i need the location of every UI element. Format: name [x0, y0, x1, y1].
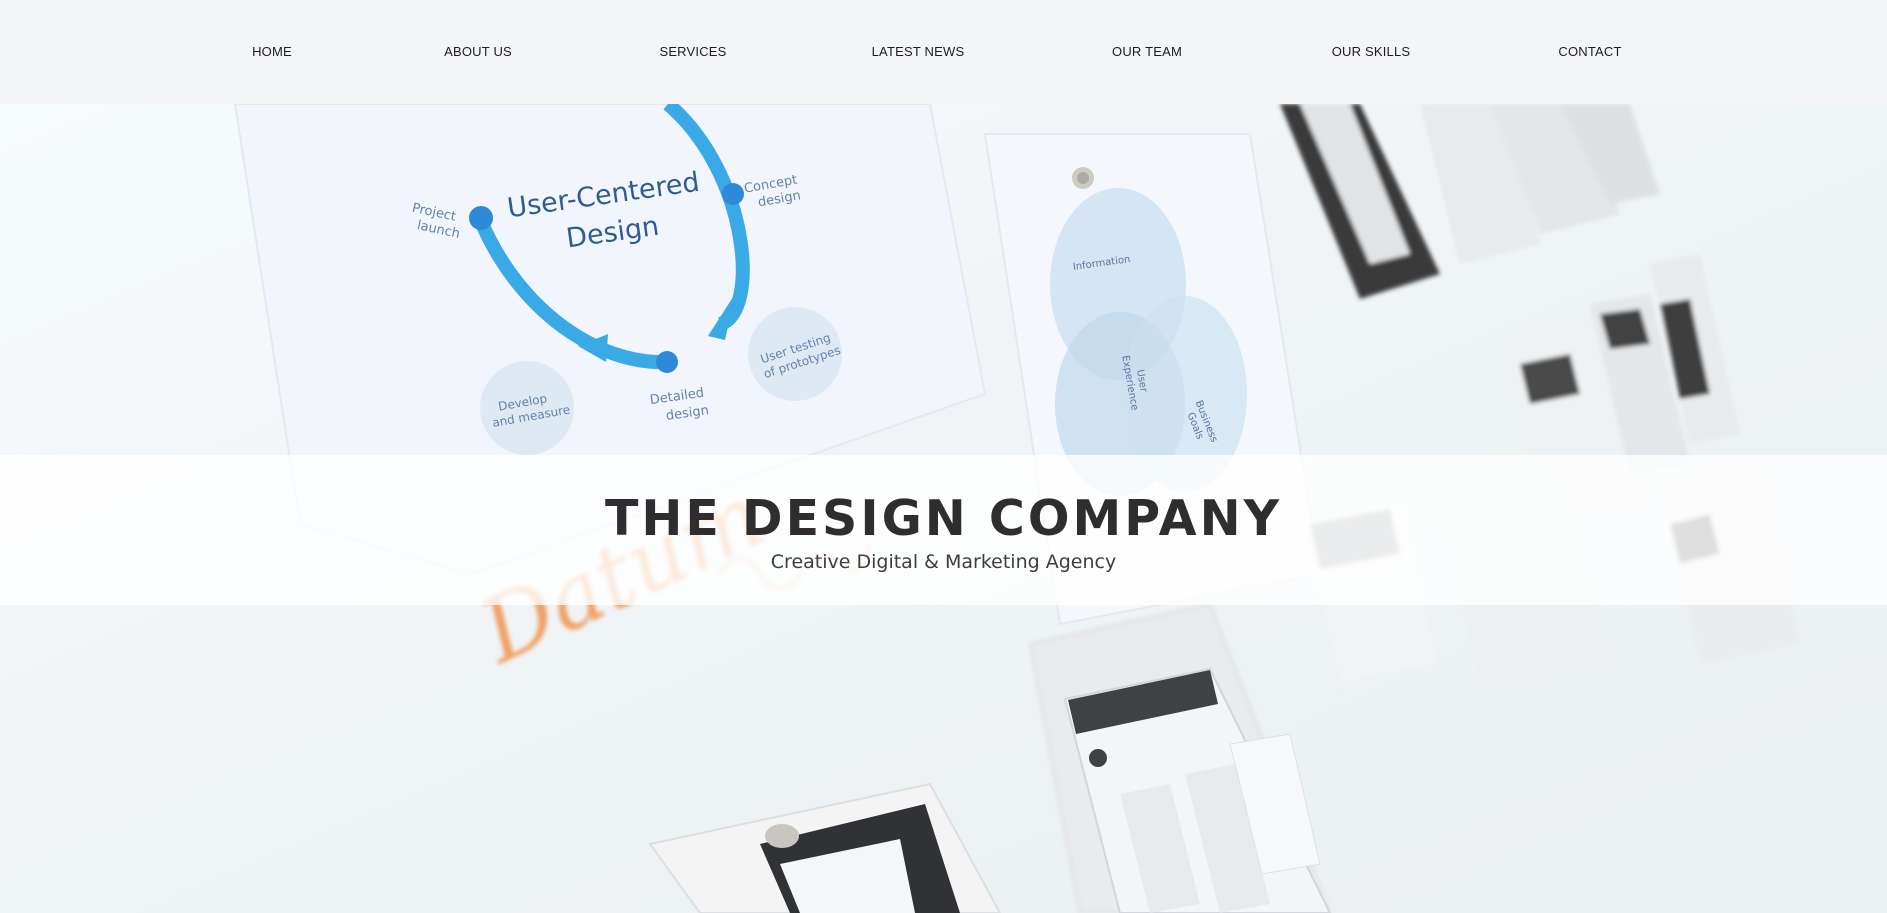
site-title: THE DESIGN COMPANY	[604, 490, 1283, 547]
nav-about-us[interactable]: ABOUT US	[444, 44, 512, 59]
nav-contact[interactable]: CONTACT	[1558, 44, 1621, 59]
page: HOME ABOUT US SERVICES LATEST NEWS OUR T…	[0, 0, 1887, 913]
nav-our-team[interactable]: OUR TEAM	[1112, 44, 1182, 59]
hero-section: User-Centered Design Project launch Conc…	[0, 104, 1887, 913]
hero-title-band: THE DESIGN COMPANY Creative Digital & Ma…	[0, 455, 1887, 605]
nav-our-skills[interactable]: OUR SKILLS	[1332, 44, 1411, 59]
top-navigation: HOME ABOUT US SERVICES LATEST NEWS OUR T…	[0, 0, 1887, 104]
nav-latest-news[interactable]: LATEST NEWS	[872, 44, 965, 59]
nav-services[interactable]: SERVICES	[659, 44, 726, 59]
nav-home[interactable]: HOME	[252, 44, 292, 59]
site-tagline: Creative Digital & Marketing Agency	[770, 551, 1117, 573]
